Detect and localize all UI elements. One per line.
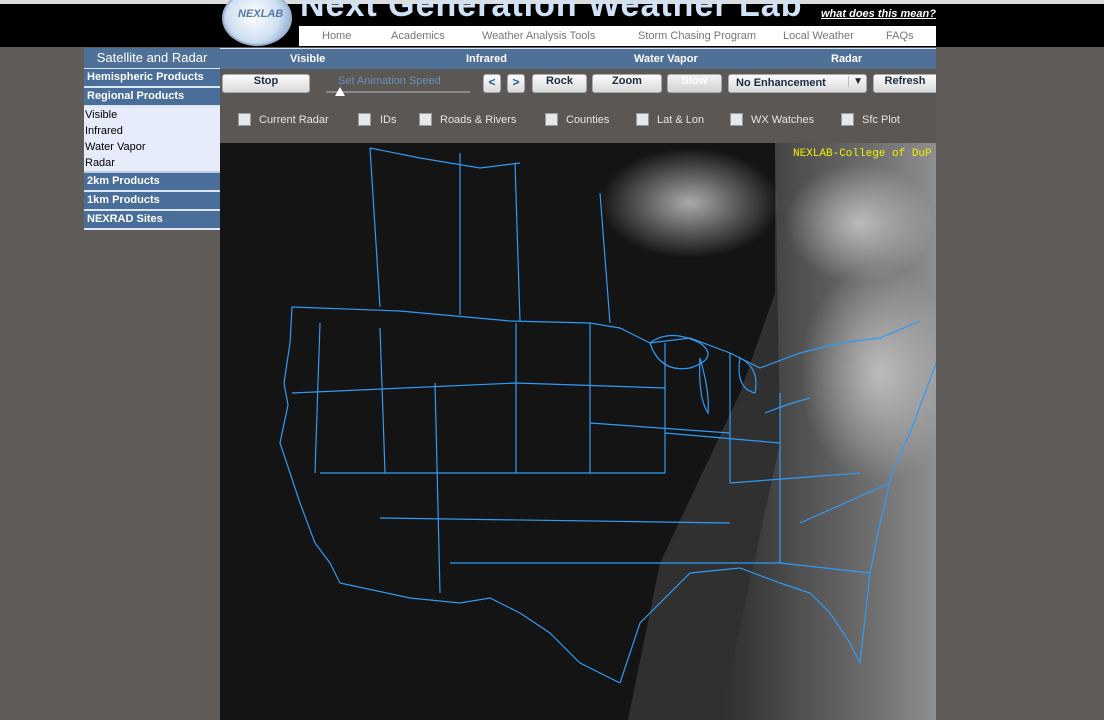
sidebar-subitem-infrared[interactable]: Infrared	[84, 123, 220, 139]
sidebar-subitem-water-vapor[interactable]: Water Vapor	[84, 139, 220, 155]
sidebar-subitem-radar[interactable]: Radar	[84, 155, 220, 171]
main-nav: Home Academics Weather Analysis Tools St…	[299, 26, 936, 46]
sidebar: Satellite and Radar Hemispheric Products…	[84, 48, 220, 230]
nav-local-weather[interactable]: Local Weather	[783, 30, 854, 42]
stop-button[interactable]: Stop	[222, 74, 310, 93]
nav-home[interactable]: Home	[322, 30, 351, 42]
label-roads-rivers: Roads & Rivers	[440, 114, 517, 126]
cloud-mass-northeast	[785, 163, 935, 283]
next-frame-button[interactable]: >	[507, 74, 525, 93]
checkbox-current-radar[interactable]	[238, 113, 251, 126]
us-mexico-border	[339, 582, 621, 684]
satellite-map[interactable]: NEXLAB-College of DuP	[220, 143, 936, 720]
satellite-map-svg	[279, 143, 936, 720]
tab-radar[interactable]: Radar	[831, 53, 862, 65]
speed-slider[interactable]	[326, 91, 470, 93]
sidebar-item-1km-products[interactable]: 1km Products	[84, 192, 220, 211]
animation-controls: Stop Set Animation Speed < > Rock Zoom S…	[220, 69, 936, 143]
sidebar-title: Satellite and Radar	[84, 48, 220, 69]
checkbox-counties[interactable]	[545, 113, 558, 126]
nav-weather-analysis-tools[interactable]: Weather Analysis Tools	[482, 30, 595, 42]
logo-text: NEXLAB	[238, 8, 284, 20]
map-credit: NEXLAB-College of DuP	[793, 148, 932, 160]
zoom-button[interactable]: Zoom	[592, 74, 662, 93]
pacific-coast	[279, 306, 341, 584]
checkbox-lat-lon[interactable]	[636, 113, 649, 126]
lake-michigan	[699, 357, 709, 415]
label-ids: IDs	[380, 114, 397, 126]
sidebar-item-2km-products[interactable]: 2km Products	[84, 173, 220, 192]
nav-storm-chasing-program[interactable]: Storm Chasing Program	[638, 30, 756, 42]
speed-slider-thumb[interactable]	[335, 87, 346, 96]
enhancement-select[interactable]: No Enhancement ▼	[728, 74, 867, 93]
checkbox-roads-rivers[interactable]	[419, 113, 432, 126]
slow-button[interactable]: Slow	[667, 74, 722, 93]
nav-academics[interactable]: Academics	[391, 30, 445, 42]
product-tabs: Visible Infrared Water Vapor Radar	[220, 48, 936, 70]
checkbox-wx-watches[interactable]	[730, 113, 743, 126]
label-sfc-plot: Sfc Plot	[862, 114, 900, 126]
sidebar-item-regional-products[interactable]: Regional Products	[84, 88, 220, 107]
sidebar-submenu: Visible Infrared Water Vapor Radar	[84, 107, 220, 173]
nav-faqs[interactable]: FAQs	[886, 30, 914, 42]
rock-button[interactable]: Rock	[532, 74, 587, 93]
tab-visible[interactable]: Visible	[290, 53, 325, 65]
sidebar-subitem-visible[interactable]: Visible	[84, 107, 220, 123]
label-wx-watches: WX Watches	[751, 114, 815, 126]
speed-label: Set Animation Speed	[338, 75, 441, 87]
label-current-radar: Current Radar	[259, 114, 329, 126]
canadian-province-lines	[369, 147, 611, 324]
cloud-mass-north	[600, 148, 780, 258]
enhancement-value: No Enhancement	[736, 77, 826, 89]
sidebar-item-nexrad-sites[interactable]: NEXRAD Sites	[84, 211, 220, 230]
tab-infrared[interactable]: Infrared	[466, 53, 507, 65]
checkbox-ids[interactable]	[358, 113, 371, 126]
tab-water-vapor[interactable]: Water Vapor	[634, 53, 698, 65]
checkbox-sfc-plot[interactable]	[841, 113, 854, 126]
prev-frame-button[interactable]: <	[483, 74, 501, 93]
site-title: Next Generation Weather Lab	[300, 0, 803, 24]
chevron-down-icon: ▼	[848, 76, 863, 87]
canada-north-lines	[369, 147, 521, 169]
label-lat-lon: Lat & Lon	[657, 114, 705, 126]
label-counties: Counties	[566, 114, 610, 126]
refresh-button[interactable]: Refresh	[873, 74, 936, 93]
page-background-right	[936, 47, 1104, 720]
sidebar-item-hemispheric-products[interactable]: Hemispheric Products	[84, 69, 220, 88]
what-does-this-mean-link[interactable]: what does this mean?	[821, 8, 936, 20]
